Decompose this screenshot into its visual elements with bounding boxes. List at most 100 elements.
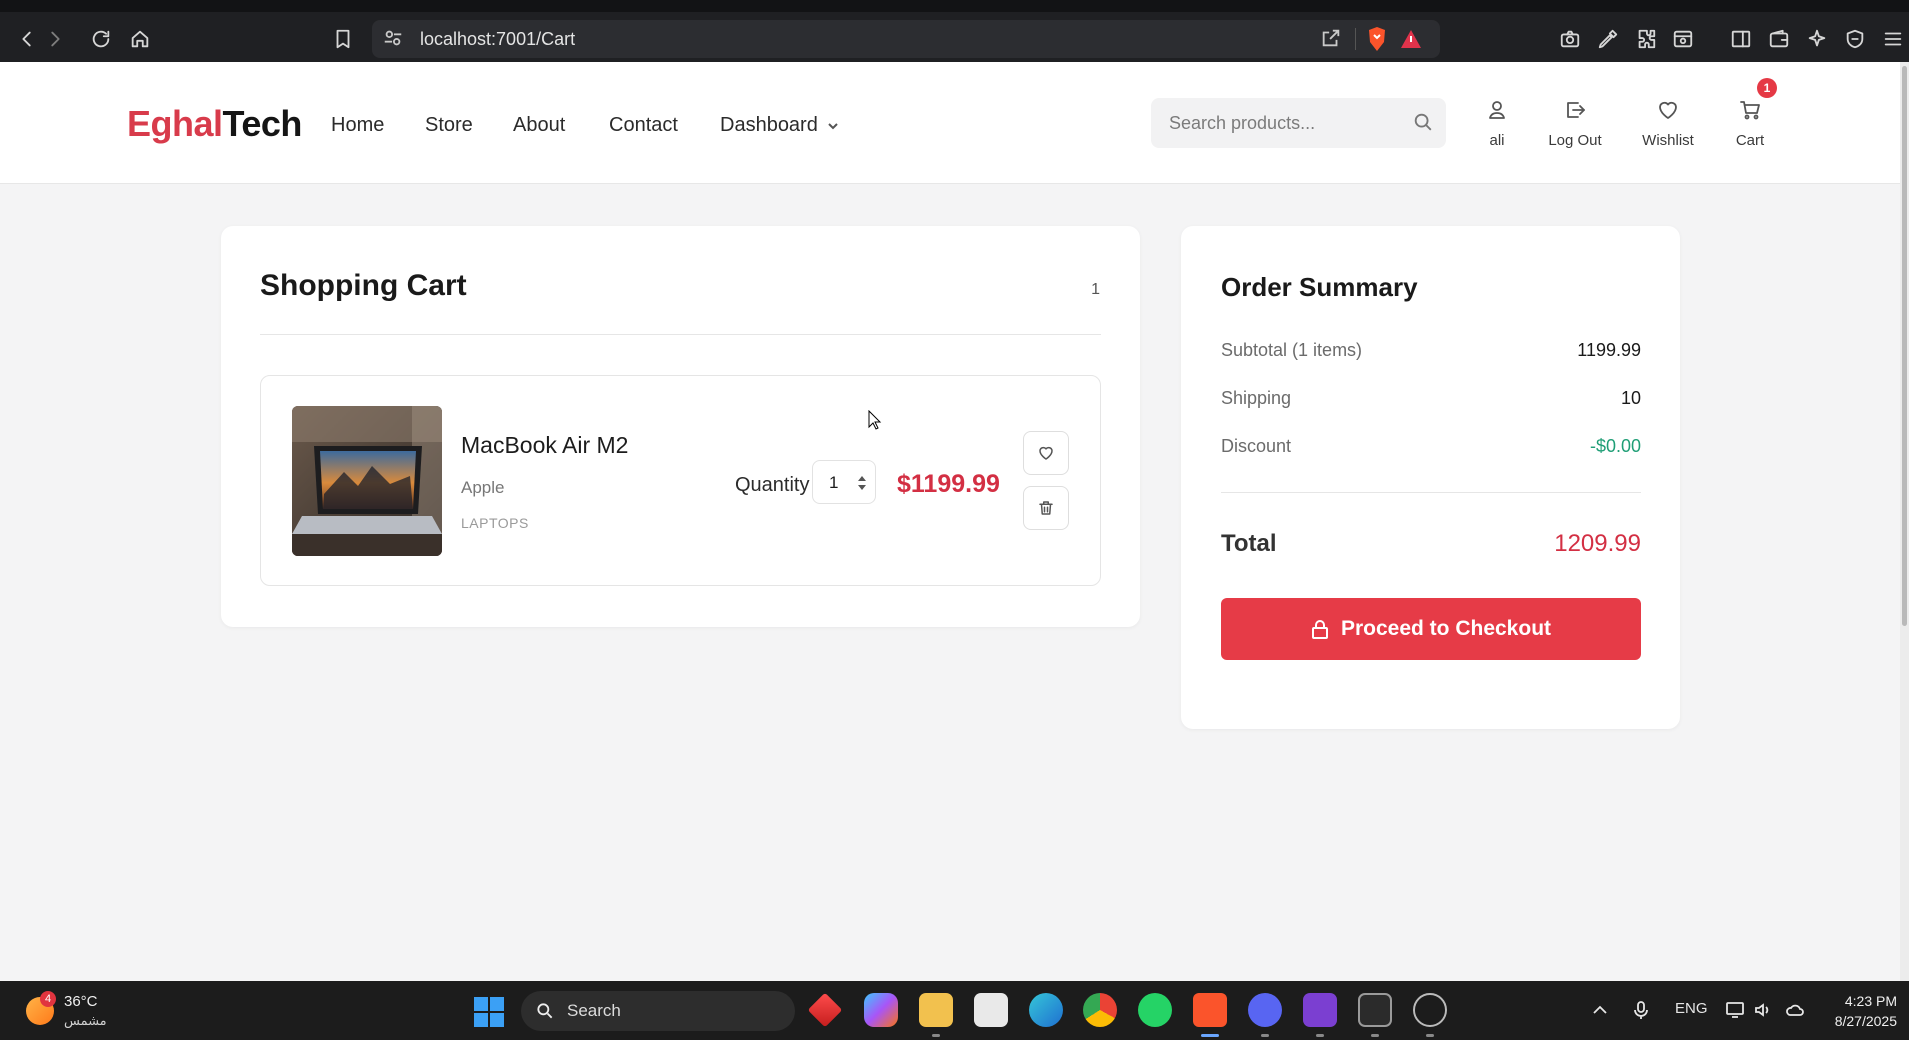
product-search [1151,98,1446,148]
sidebar-icon[interactable] [1726,24,1756,54]
bookmark-icon[interactable] [328,24,358,54]
cart-count-badge: 1 [1757,78,1777,98]
app-active-indicator [1201,1034,1219,1037]
subtotal-value: 1199.99 [1577,340,1641,360]
app-running-indicator [1426,1034,1434,1037]
total-label: Total [1221,530,1277,557]
obs-icon[interactable] [1413,993,1447,1027]
search-input[interactable] [1169,110,1399,136]
brave-rewards-icon[interactable] [1400,28,1422,50]
nav-contact[interactable]: Contact [609,114,678,137]
camera-icon[interactable] [1555,24,1585,54]
page-content: EghalTech Home Store About Contact Dashb… [0,62,1900,981]
terminal-icon[interactable] [1358,993,1392,1027]
remove-item-button[interactable] [1023,486,1069,530]
file-explorer-icon[interactable] [919,993,953,1027]
nav-store[interactable]: Store [425,114,473,137]
weather-temperature: 36°C [64,993,98,1010]
total-value: 1209.99 [1554,530,1641,557]
network-icon[interactable] [1725,1000,1745,1020]
chrome-icon[interactable] [1083,993,1117,1027]
show-hidden-icons-chevron-icon[interactable] [1590,1000,1610,1020]
quantity-value[interactable]: 1 [829,473,838,493]
eyedropper-icon[interactable] [1593,24,1623,54]
brave-browser-icon[interactable] [1193,993,1227,1027]
cart-title: Shopping Cart [260,269,467,302]
visual-studio-icon[interactable] [1303,993,1337,1027]
cart-label: Cart [1735,132,1765,149]
cart-icon [1740,101,1760,120]
edge-icon[interactable] [1029,993,1063,1027]
menu-icon[interactable] [1878,24,1908,54]
microsoft-store-icon[interactable] [974,993,1008,1027]
logout-link[interactable]: Log Out [1530,98,1620,149]
vpn-icon[interactable] [1840,24,1870,54]
app-running-indicator [932,1034,940,1037]
cart-link[interactable]: Cart [1705,98,1795,149]
page-scrollbar-thumb[interactable] [1902,66,1907,626]
leo-ai-icon[interactable] [1802,24,1832,54]
product-brand: Apple [461,478,505,497]
product-name[interactable]: MacBook Air M2 [461,432,628,459]
cloud-icon[interactable] [1785,1000,1805,1020]
forward-icon[interactable] [40,24,70,54]
address-bar[interactable]: localhost:7001/Cart [372,20,1440,58]
discount-label: Discount [1221,436,1292,456]
heart-icon [1659,101,1677,119]
move-to-wishlist-button[interactable] [1023,431,1069,475]
app-diamond-icon[interactable] [807,992,843,1028]
home-icon[interactable] [125,24,155,54]
wishlist-link[interactable]: Wishlist [1623,98,1713,149]
reload-icon[interactable] [86,24,116,54]
discount-row: Discount -$0.00 [1221,436,1641,457]
discount-value: -$0.00 [1589,436,1641,456]
brave-shields-icon[interactable] [1366,26,1388,52]
taskbar-search[interactable]: Search [521,991,795,1031]
spinner-arrows-icon[interactable] [857,474,867,492]
site-settings-icon[interactable] [382,27,406,51]
nav-about[interactable]: About [513,114,565,137]
search-icon[interactable] [1412,111,1434,138]
search-icon [537,1003,553,1019]
nav-home[interactable]: Home [331,114,384,137]
system-clock[interactable]: 4:23 PM 8/27/2025 [1835,991,1897,1031]
url-separator [1355,28,1356,50]
product-image[interactable] [292,406,442,556]
app-running-indicator [1261,1034,1269,1037]
back-icon[interactable] [12,24,42,54]
logout-icon [1567,102,1585,118]
share-icon[interactable] [1320,27,1342,54]
order-summary-title: Order Summary [1221,272,1418,302]
nav-dashboard[interactable]: Dashboard [720,114,840,137]
quantity-stepper[interactable]: 1 [812,460,876,504]
weather-badge: 4 [40,991,56,1007]
product-category: LAPTOPS [461,515,529,531]
discord-icon[interactable] [1248,993,1282,1027]
shipping-label: Shipping [1221,388,1292,408]
url-text[interactable]: localhost:7001/Cart [420,29,575,50]
windows-start-icon[interactable] [474,997,504,1027]
order-summary-panel: Order Summary Subtotal (1 items) 1199.99… [1181,226,1680,729]
account-link[interactable]: ali [1452,98,1542,149]
product-price: $1199.99 [897,470,1000,498]
language-indicator[interactable]: ENG [1675,1000,1708,1017]
microphone-icon[interactable] [1631,1000,1651,1020]
subtotal-label: Subtotal (1 items) [1221,340,1363,360]
weather-widget[interactable]: 4 36°C مشمس [26,991,166,1031]
chevron-down-icon [828,122,838,129]
shopping-cart-panel: Shopping Cart 1 MacBook Air M2 Apple LAP… [221,226,1140,627]
media-icon[interactable] [1668,24,1698,54]
extensions-icon[interactable] [1631,24,1661,54]
site-logo[interactable]: EghalTech [127,103,302,145]
clock-date: 8/27/2025 [1834,1013,1897,1029]
proceed-to-checkout-button[interactable]: Proceed to Checkout [1221,598,1641,660]
browser-toolbar: localhost:7001/Cart [0,0,1909,62]
whatsapp-icon[interactable] [1138,993,1172,1027]
logout-label: Log Out [1548,132,1602,149]
copilot-icon[interactable] [864,993,898,1027]
app-running-indicator [1371,1034,1379,1037]
wishlist-label: Wishlist [1642,132,1694,149]
volume-icon[interactable] [1753,1000,1773,1020]
wallet-icon[interactable] [1764,24,1794,54]
checkout-label: Proceed to Checkout [1340,617,1552,640]
